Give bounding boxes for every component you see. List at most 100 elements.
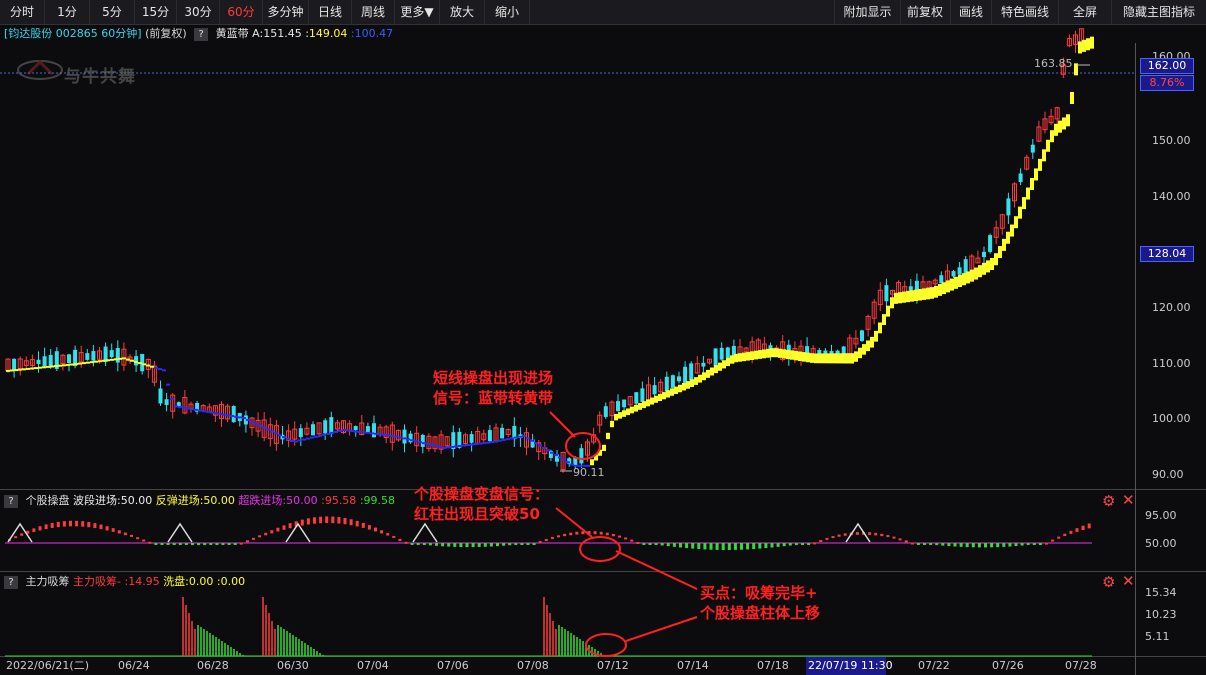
panel-settings-icon[interactable]: ⚙	[1102, 573, 1115, 591]
band-segment	[342, 429, 346, 432]
date-label: 07/26	[992, 659, 1024, 672]
band-segment	[178, 406, 182, 409]
band-segment	[1058, 120, 1062, 133]
current-price-tag: 162.00	[1140, 58, 1194, 74]
band-segment	[962, 273, 966, 286]
indicator-bar	[837, 534, 841, 537]
indicator-bar	[142, 539, 146, 542]
band-segment	[686, 381, 690, 389]
band-segment	[346, 429, 350, 432]
candle-body	[951, 271, 956, 277]
indicator-bar	[252, 537, 255, 540]
band-segment	[722, 360, 726, 369]
indicator-bar	[38, 526, 42, 531]
indicator-bar	[1002, 543, 1006, 547]
band-segment	[610, 420, 614, 428]
indicator-bar	[233, 543, 237, 545]
annotation-line: 个股操盘柱体上移	[700, 604, 821, 622]
band-segment	[382, 433, 386, 436]
band-segment	[126, 358, 130, 361]
band-segment	[682, 382, 686, 391]
indicator-bar	[947, 543, 951, 547]
band-segment	[46, 365, 50, 368]
band-segment	[942, 282, 946, 295]
indicator-bar	[923, 543, 926, 545]
band-segment	[974, 267, 978, 280]
current-change-tag: 8.76%	[1140, 75, 1194, 91]
panel-ggcp-field1: 波段进场:50.00	[73, 494, 153, 507]
indicator-bar	[801, 543, 804, 545]
band-segment	[38, 366, 42, 369]
candle-body	[884, 285, 889, 302]
indicator-bar	[746, 543, 750, 550]
band-segment	[42, 366, 46, 369]
indicator-bar	[81, 521, 85, 527]
indicator-bar	[1051, 539, 1055, 542]
candle-body	[329, 417, 334, 434]
indicator-bar	[965, 543, 969, 548]
band-segment	[270, 430, 274, 433]
indicator-bar	[489, 543, 493, 547]
indicator-bar	[855, 532, 859, 535]
band-segment	[82, 362, 86, 365]
indicator-bar	[1026, 543, 1030, 545]
panel-close-icon[interactable]: ✕	[1122, 572, 1135, 590]
indicator-bar	[148, 541, 152, 544]
indicator-bar	[1008, 543, 1012, 547]
band-segment	[166, 383, 170, 386]
band-segment	[90, 361, 94, 364]
indicator-bar	[477, 543, 481, 547]
band-segment	[338, 429, 342, 432]
band-segment	[534, 442, 538, 445]
band-segment	[226, 414, 230, 417]
panel-settings-icon[interactable]: ⚙	[1102, 492, 1115, 510]
annotation-line: 个股操盘变盘信号：	[414, 485, 550, 503]
indicator-bar	[319, 516, 323, 524]
band-segment	[430, 444, 434, 447]
band-segment	[866, 340, 870, 352]
band-segment	[514, 436, 518, 439]
indicator-bar	[776, 543, 780, 547]
band-segment	[490, 441, 494, 444]
band-segment	[482, 442, 486, 445]
indicator-bar	[282, 525, 286, 530]
indicator-bar	[715, 543, 719, 550]
band-segment	[406, 438, 410, 441]
indicator-bar	[337, 517, 341, 524]
panel-close-icon[interactable]: ✕	[1122, 491, 1135, 509]
indicator-bar	[733, 543, 737, 550]
band-segment	[182, 406, 186, 409]
band-segment	[1078, 41, 1082, 54]
band-segment	[770, 348, 774, 358]
candle-body	[664, 376, 669, 392]
band-segment	[662, 392, 666, 400]
date-label: 07/04	[357, 659, 389, 672]
indicator-bar	[935, 543, 939, 546]
band-segment	[306, 437, 310, 440]
band-segment	[314, 435, 318, 438]
band-segment	[1030, 177, 1034, 190]
indicator-bar	[69, 520, 72, 527]
indicator-bar	[557, 535, 560, 538]
band-segment	[994, 253, 998, 266]
band-segment	[134, 360, 138, 363]
indicator-bar	[605, 532, 609, 536]
candle-body	[719, 347, 724, 360]
band-segment	[222, 413, 226, 416]
indicator-bar	[428, 543, 432, 546]
indicator-bar	[300, 519, 304, 526]
indicator-bar	[1075, 528, 1079, 532]
band-segment	[326, 432, 330, 435]
band-segment	[390, 434, 394, 437]
band-segment	[554, 454, 558, 457]
indicator-bar	[1032, 543, 1036, 545]
indicator-bar	[508, 543, 512, 546]
band-segment	[278, 434, 282, 437]
indicator-bar	[593, 531, 597, 535]
band-segment	[78, 362, 82, 365]
annotation-line: 信号：蓝带转黄带	[433, 389, 554, 407]
help-icon[interactable]: ?	[4, 494, 18, 508]
band-segment	[26, 367, 30, 370]
help-icon[interactable]: ?	[4, 575, 18, 589]
date-label: 2022/06/21(二)	[6, 659, 89, 672]
